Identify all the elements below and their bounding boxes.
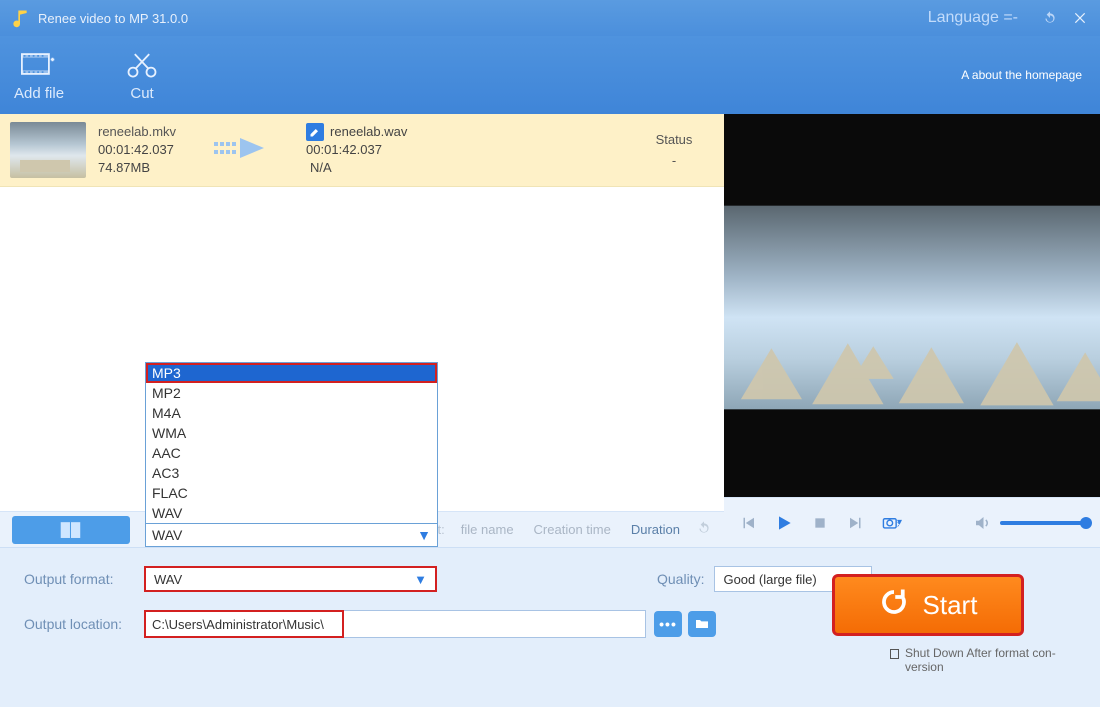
play-button[interactable]: [774, 513, 794, 533]
file-row[interactable]: reneelab.mkv 00:01:42.037 74.87MB: [0, 114, 724, 187]
app-logo-icon: [10, 8, 30, 28]
stop-button[interactable]: [810, 513, 830, 533]
output-filesize: N/A: [306, 159, 407, 177]
start-label: Start: [923, 590, 978, 621]
source-filename: reneelab.mkv: [98, 123, 176, 141]
ellipsis-icon: •••: [659, 616, 677, 632]
source-file-info: reneelab.mkv 00:01:42.037 74.87MB: [98, 123, 176, 177]
refresh-icon[interactable]: [1040, 8, 1060, 28]
language-selector[interactable]: Language =-: [928, 9, 1018, 27]
shutdown-label: Shut Down After format con-version: [905, 646, 1070, 674]
folder-open-icon: [694, 616, 710, 632]
next-track-button[interactable]: [846, 513, 866, 533]
checkbox-icon[interactable]: [890, 649, 899, 659]
main-toolbar: Add file Cut A about the homepage: [0, 36, 1100, 114]
output-format-dropdown[interactable]: MP3 MP2 M4A WMA AAC AC3 FLAC WAV WAV ▼: [145, 362, 438, 547]
format-option-mp3[interactable]: MP3: [146, 363, 437, 383]
shutdown-checkbox[interactable]: Shut Down After format con-version: [890, 646, 1070, 674]
quality-value: Good (large file): [723, 572, 816, 587]
preview-panel: ▾: [724, 114, 1100, 547]
prev-track-button[interactable]: [738, 513, 758, 533]
sort-by-duration[interactable]: Duration: [631, 522, 680, 537]
output-file-info: reneelab.wav 00:01:42.037 N/A: [306, 123, 407, 177]
delete-badge-text: ██: [61, 522, 81, 537]
format-option-mp2[interactable]: MP2: [146, 383, 437, 403]
edit-output-icon[interactable]: [306, 123, 324, 141]
sort-by-creation-time[interactable]: Creation time: [534, 522, 611, 537]
volume-icon[interactable]: [972, 513, 992, 533]
refresh-spin-icon: [879, 587, 909, 624]
scissors-icon: [124, 49, 160, 79]
quality-label: Quality:: [657, 571, 704, 587]
chevron-down-icon: ▼: [414, 572, 427, 587]
output-format-label: Output format:: [24, 571, 144, 587]
format-option-wav[interactable]: WAV: [146, 503, 437, 523]
output-location-value: C:\Users\Administrator\Music\: [152, 617, 324, 632]
output-filename: reneelab.wav: [330, 123, 407, 141]
format-option-ac3[interactable]: AC3: [146, 463, 437, 483]
output-format-value: WAV: [154, 572, 182, 587]
video-preview: [724, 114, 1100, 497]
delete-badge[interactable]: ██: [12, 516, 130, 544]
volume-control[interactable]: [972, 513, 1086, 533]
file-thumbnail: [10, 122, 86, 178]
format-option-flac[interactable]: FLAC: [146, 483, 437, 503]
source-duration: 00:01:42.037: [98, 141, 176, 159]
player-controls: ▾: [724, 497, 1100, 547]
sort-refresh-icon[interactable]: [696, 520, 712, 539]
add-file-button[interactable]: Add file: [14, 49, 64, 102]
sort-by-filename[interactable]: file name: [461, 522, 514, 537]
output-duration: 00:01:42.037: [306, 141, 407, 159]
output-location-label: Output location:: [24, 616, 144, 632]
browse-folder-button[interactable]: [688, 611, 716, 637]
format-current-row[interactable]: WAV ▼: [146, 523, 437, 546]
about-homepage-link[interactable]: A about the homepage: [961, 68, 1082, 82]
output-location-input-rest[interactable]: [344, 610, 646, 638]
convert-arrow-icon: [214, 134, 268, 167]
main-area: reneelab.mkv 00:01:42.037 74.87MB: [0, 114, 1100, 547]
format-option-m4a[interactable]: M4A: [146, 403, 437, 423]
status-value: -: [634, 153, 714, 168]
close-icon[interactable]: [1070, 8, 1090, 28]
format-option-list[interactable]: MP3 MP2 M4A WMA AAC AC3 FLAC WAV: [146, 363, 437, 523]
format-current-value: WAV: [152, 527, 182, 543]
snapshot-button[interactable]: ▾: [882, 513, 902, 533]
start-button[interactable]: Start: [832, 574, 1024, 636]
cut-button[interactable]: Cut: [124, 49, 160, 102]
output-format-select[interactable]: WAV ▼: [144, 566, 437, 592]
volume-slider[interactable]: [1000, 521, 1086, 525]
more-options-button[interactable]: •••: [654, 611, 682, 637]
chevron-down-icon: ▼: [417, 527, 431, 543]
film-add-icon: [21, 49, 57, 79]
status-header: Status: [634, 132, 714, 147]
add-file-label: Add file: [14, 85, 64, 102]
cut-label: Cut: [130, 85, 153, 102]
status-column: Status -: [634, 132, 714, 168]
source-filesize: 74.87MB: [98, 159, 176, 177]
format-option-wma[interactable]: WMA: [146, 423, 437, 443]
file-list-panel: reneelab.mkv 00:01:42.037 74.87MB: [0, 114, 724, 547]
volume-slider-thumb[interactable]: [1080, 517, 1092, 529]
title-bar: Renee video to MP 31.0.0 Language =-: [0, 0, 1100, 36]
bottom-panel: Output format: WAV ▼ Quality: Good (larg…: [0, 547, 1100, 707]
app-title: Renee video to MP 31.0.0: [38, 11, 188, 26]
format-option-aac[interactable]: AAC: [146, 443, 437, 463]
output-location-input[interactable]: C:\Users\Administrator\Music\: [144, 610, 344, 638]
